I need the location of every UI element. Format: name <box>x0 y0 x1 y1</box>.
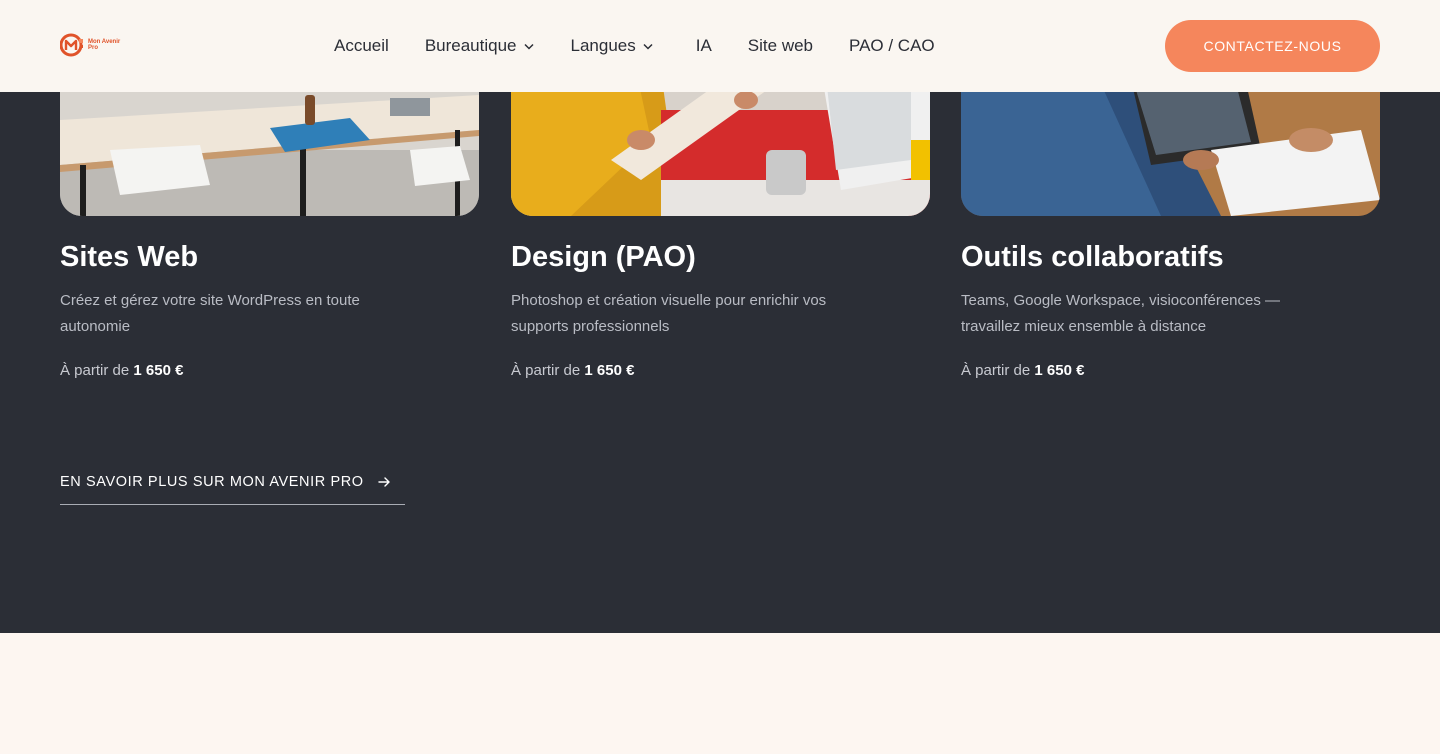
main-nav: Accueil Bureautique Langues IA Site web … <box>334 34 935 58</box>
chevron-down-icon <box>523 43 534 50</box>
card-title: Sites Web <box>60 241 199 273</box>
logo-text: Mon Avenir Pro <box>88 39 121 51</box>
price-prefix: À partir de <box>961 362 1031 379</box>
nav-item-pao-cao[interactable]: PAO / CAO <box>849 36 935 56</box>
site-header: Mon Avenir Pro Accueil Bureautique Langu… <box>0 0 1440 92</box>
nav-label: Accueil <box>334 36 389 55</box>
price-prefix: À partir de <box>511 362 581 379</box>
price-value: 1 650 € <box>133 362 184 379</box>
nav-item-accueil[interactable]: Accueil <box>334 36 389 56</box>
next-section <box>0 633 1440 754</box>
chevron-down-icon <box>643 43 653 50</box>
price-value: 1 650 € <box>1034 362 1085 379</box>
card-title: Outils collaboratifs <box>961 241 1224 273</box>
card-title: Design (PAO) <box>511 241 696 273</box>
card-description: Créez et gérez votre site WordPress en t… <box>60 292 360 335</box>
price-value: 1 650 € <box>584 362 635 379</box>
nav-label: PAO / CAO <box>849 36 935 55</box>
card-price: À partir de 1 650 € <box>511 362 634 379</box>
nav-label: Bureautique <box>424 36 517 55</box>
logo-icon <box>59 33 86 57</box>
formations-section: Sites Web Créez et gérez votre site Word… <box>0 0 1440 633</box>
logo[interactable]: Mon Avenir Pro <box>59 33 128 57</box>
card-description: Teams, Google Workspace, visioconférence… <box>961 292 1281 335</box>
card-price: À partir de 1 650 € <box>60 362 183 379</box>
learn-more-link[interactable]: EN SAVOIR PLUS SUR MON AVENIR PRO <box>60 474 405 505</box>
card-price: À partir de 1 650 € <box>961 362 1084 379</box>
learn-more-label: EN SAVOIR PLUS SUR MON AVENIR PRO <box>60 474 364 490</box>
nav-item-bureautique[interactable]: Bureautique <box>425 36 534 56</box>
nav-label: IA <box>695 36 712 55</box>
contact-button[interactable]: CONTACTEZ-NOUS <box>1165 20 1380 72</box>
card-description: Photoshop et création visuelle pour enri… <box>511 292 827 335</box>
nav-item-site-web[interactable]: Site web <box>748 36 813 56</box>
nav-item-langues[interactable]: Langues <box>571 36 653 56</box>
price-prefix: À partir de <box>60 362 130 379</box>
nav-item-ia[interactable]: IA <box>696 36 712 56</box>
nav-label: Langues <box>570 36 636 55</box>
nav-label: Site web <box>747 36 813 55</box>
arrow-right-icon <box>377 474 391 488</box>
